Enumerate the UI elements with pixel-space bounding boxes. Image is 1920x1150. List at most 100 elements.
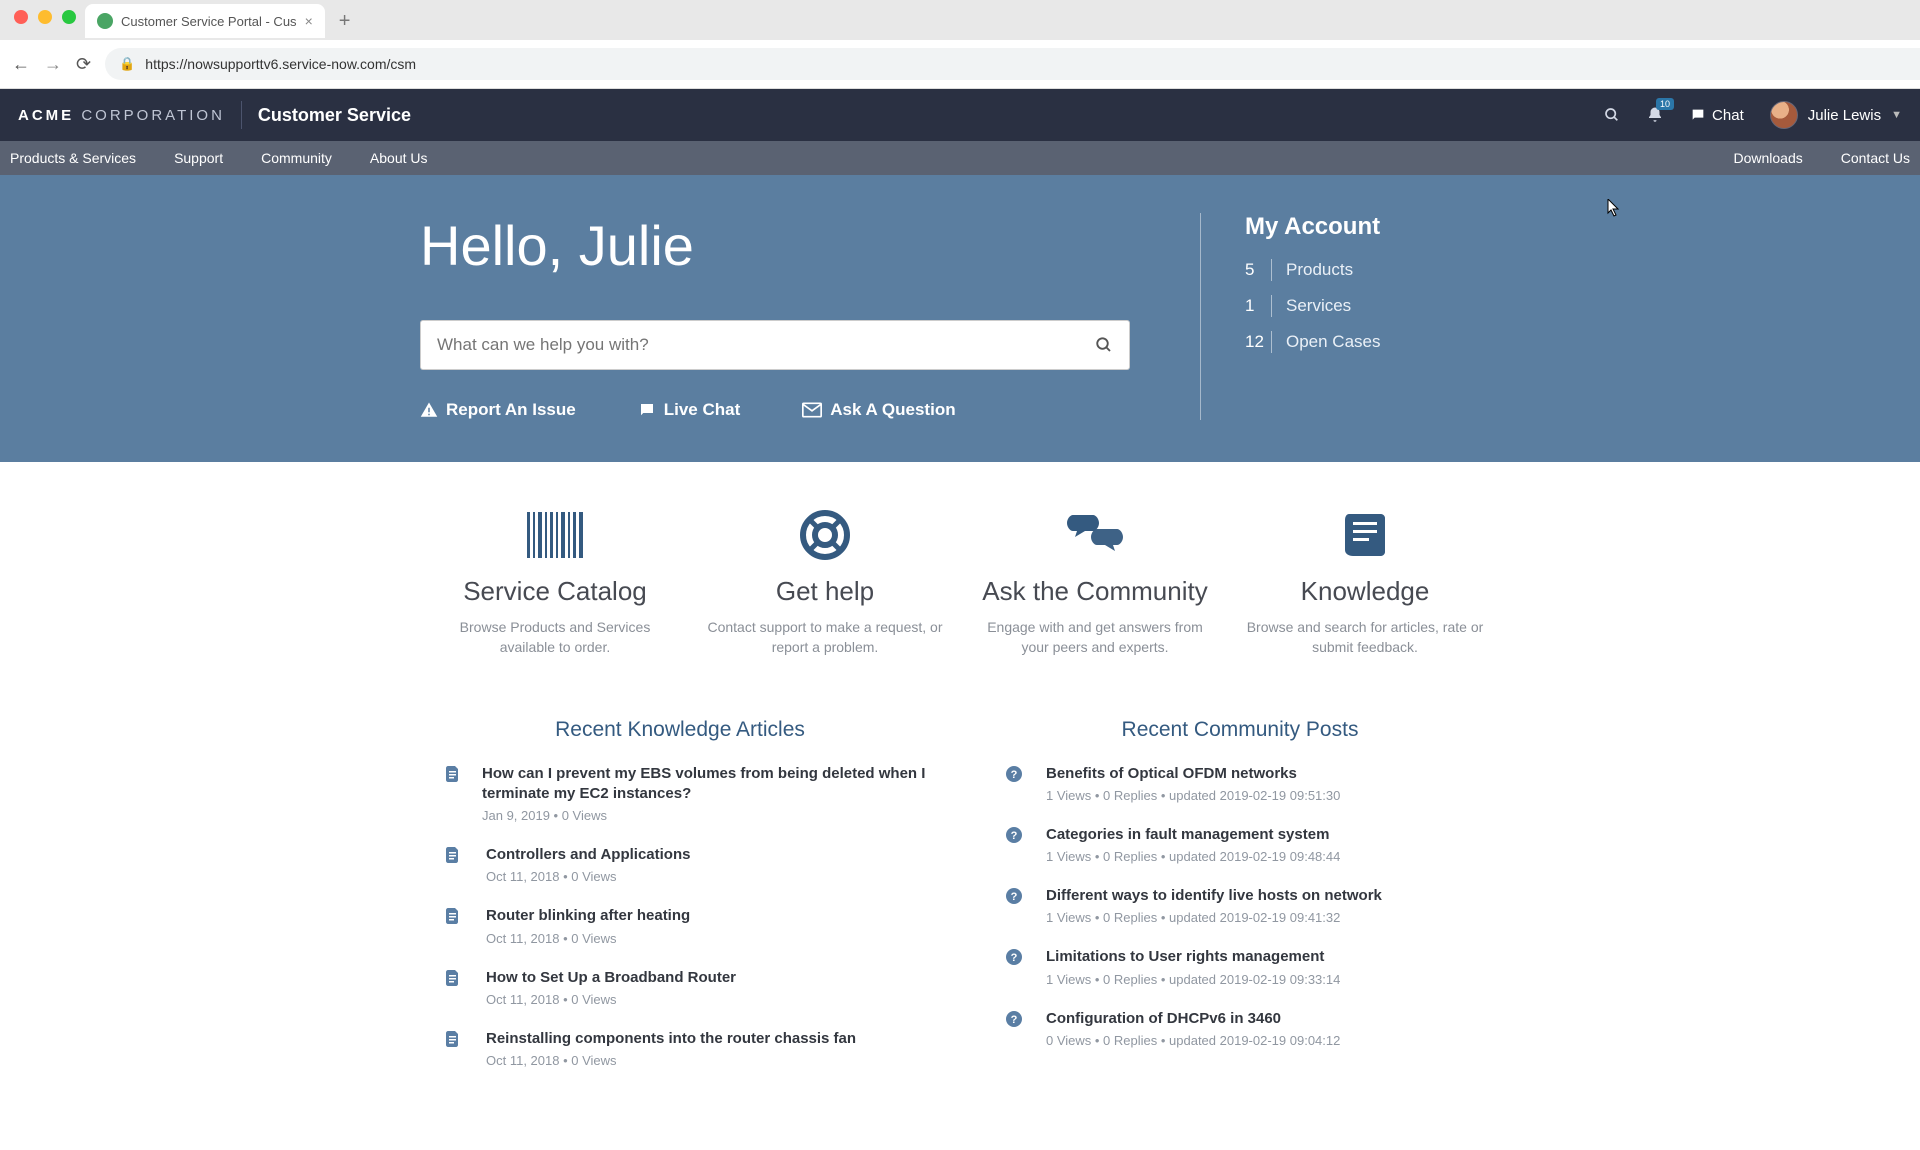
nav-products-services[interactable]: Products & Services <box>10 150 136 166</box>
feature-knowledge[interactable]: Knowledge Browse and search for articles… <box>1245 508 1485 658</box>
service-label: Customer Service <box>258 105 411 126</box>
kb-article-item[interactable]: Reinstalling components into the router … <box>420 1029 940 1068</box>
feature-get-help[interactable]: Get help Contact support to make a reque… <box>705 508 945 658</box>
favicon-icon <box>97 13 113 29</box>
account-divider <box>1271 295 1272 317</box>
features-row: Service Catalog Browse Products and Serv… <box>0 462 1920 692</box>
question-icon: ? <box>1006 825 1024 864</box>
chat-link[interactable]: Chat <box>1690 107 1744 124</box>
live-chat-link[interactable]: Live Chat <box>638 400 741 420</box>
post-item-meta: 0 Views • 0 Replies • updated 2019-02-19… <box>1046 1033 1340 1048</box>
post-item-title: Different ways to identify live hosts on… <box>1046 886 1382 906</box>
search-input[interactable] <box>420 320 1078 370</box>
document-icon <box>446 906 464 945</box>
header-right: 10 Chat Julie Lewis ▼ <box>1604 101 1902 129</box>
search-icon[interactable] <box>1604 107 1620 123</box>
question-icon: ? <box>1006 947 1024 986</box>
kb-item-meta: Oct 11, 2018 • 0 Views <box>486 1053 856 1068</box>
kb-item-title: Controllers and Applications <box>486 845 690 865</box>
account-products-count: 5 <box>1245 260 1271 280</box>
kb-item-meta: Oct 11, 2018 • 0 Views <box>486 931 690 946</box>
kb-article-item[interactable]: Controllers and Applications Oct 11, 2018… <box>420 845 940 884</box>
post-item-title: Limitations to User rights management <box>1046 947 1340 967</box>
community-post-item[interactable]: ?Different ways to identify live hosts o… <box>980 886 1500 925</box>
post-item-title: Categories in fault management system <box>1046 825 1340 845</box>
post-item-title: Benefits of Optical OFDM networks <box>1046 764 1340 784</box>
nav-community[interactable]: Community <box>261 150 332 166</box>
kb-article-item[interactable]: Router blinking after heating Oct 11, 201… <box>420 906 940 945</box>
hero-search <box>420 320 1130 370</box>
nav-downloads[interactable]: Downloads <box>1733 150 1802 166</box>
notifications-icon[interactable]: 10 <box>1646 106 1664 124</box>
primary-nav: Products & Services Support Community Ab… <box>0 141 1920 175</box>
feature-title: Ask the Community <box>975 576 1215 607</box>
window-maximize-icon[interactable] <box>62 10 76 24</box>
community-post-item[interactable]: ?Configuration of DHCPv6 in 34600 Views … <box>980 1009 1500 1048</box>
user-menu[interactable]: Julie Lewis ▼ <box>1770 101 1902 129</box>
kb-item-meta: Jan 9, 2019 • 0 Views <box>482 808 940 823</box>
recents-section: Recent Knowledge Articles How can I prev… <box>0 692 1920 1150</box>
recent-kb-title: Recent Knowledge Articles <box>420 718 940 742</box>
kb-item-title: Router blinking after heating <box>486 906 690 926</box>
brand-bold: ACME <box>18 107 74 124</box>
tab-bar: Customer Service Portal - Cus × + <box>85 2 1920 40</box>
svg-text:?: ? <box>1011 769 1018 781</box>
account-services-row[interactable]: 1 Services <box>1245 295 1500 317</box>
barcode-icon <box>435 508 675 562</box>
ask-question-link[interactable]: Ask A Question <box>802 400 955 420</box>
question-icon: ? <box>1006 1009 1024 1048</box>
community-post-item[interactable]: ?Categories in fault management system1 … <box>980 825 1500 864</box>
kb-item-title: Reinstalling components into the router … <box>486 1029 856 1049</box>
svg-text:?: ? <box>1011 952 1018 964</box>
account-services-count: 1 <box>1245 296 1271 316</box>
brand-logo[interactable]: ACME CORPORATION <box>18 107 225 124</box>
nav-right: Downloads Contact Us <box>1733 150 1910 166</box>
kb-article-item[interactable]: How can I prevent my EBS volumes from be… <box>420 764 940 824</box>
notification-badge: 10 <box>1656 98 1674 110</box>
report-issue-link[interactable]: Report An Issue <box>420 400 576 420</box>
new-tab-button[interactable]: + <box>325 10 365 33</box>
tab-title: Customer Service Portal - Cus <box>121 14 297 29</box>
browser-tab[interactable]: Customer Service Portal - Cus × <box>85 4 325 38</box>
my-account-title: My Account <box>1245 213 1500 241</box>
kb-item-meta: Oct 11, 2018 • 0 Views <box>486 992 736 1007</box>
account-products-row[interactable]: 5 Products <box>1245 259 1500 281</box>
chat-label: Chat <box>1712 107 1744 124</box>
feature-desc: Browse and search for articles, rate or … <box>1245 617 1485 658</box>
window-close-icon[interactable] <box>14 10 28 24</box>
feature-desc: Contact support to make a request, or re… <box>705 617 945 658</box>
tab-close-icon[interactable]: × <box>305 13 313 29</box>
svg-text:?: ? <box>1011 830 1018 842</box>
feature-service-catalog[interactable]: Service Catalog Browse Products and Serv… <box>435 508 675 658</box>
account-open-cases-label: Open Cases <box>1286 332 1381 352</box>
nav-support[interactable]: Support <box>174 150 223 166</box>
community-post-item[interactable]: ?Benefits of Optical OFDM networks1 View… <box>980 764 1500 803</box>
app-header: ACME CORPORATION Customer Service 10 Cha… <box>0 89 1920 141</box>
nav-about-us[interactable]: About Us <box>370 150 428 166</box>
kb-item-meta: Oct 11, 2018 • 0 Views <box>486 869 690 884</box>
lock-icon: 🔒 <box>119 56 135 72</box>
nav-contact-us[interactable]: Contact Us <box>1841 150 1910 166</box>
cursor-icon <box>1607 199 1621 217</box>
quick-actions: Report An Issue Live Chat Ask A Question <box>420 400 1130 420</box>
address-bar[interactable]: 🔒 https://nowsupporttv6.service-now.com/… <box>105 48 1920 80</box>
community-post-item[interactable]: ?Limitations to User rights management1 … <box>980 947 1500 986</box>
document-icon <box>446 764 460 824</box>
forward-button[interactable]: → <box>44 54 62 75</box>
document-icon <box>446 1029 464 1068</box>
window-minimize-icon[interactable] <box>38 10 52 24</box>
back-button[interactable]: ← <box>12 54 30 75</box>
kb-article-item[interactable]: How to Set Up a Broadband RouterOct 11, … <box>420 968 940 1007</box>
account-open-cases-row[interactable]: 12 Open Cases <box>1245 331 1500 353</box>
search-icon <box>1095 336 1113 354</box>
search-button[interactable] <box>1078 320 1130 370</box>
feature-title: Get help <box>705 576 945 607</box>
brand-light: CORPORATION <box>81 107 225 124</box>
url-bar: ← → ⟳ 🔒 https://nowsupporttv6.service-no… <box>0 40 1920 89</box>
ask-question-label: Ask A Question <box>830 400 955 420</box>
question-icon: ? <box>1006 764 1024 803</box>
feature-ask-community[interactable]: Ask the Community Engage with and get an… <box>975 508 1215 658</box>
chat-icon <box>1690 107 1706 123</box>
recent-posts-title: Recent Community Posts <box>980 718 1500 742</box>
reload-button[interactable]: ⟳ <box>76 54 91 75</box>
